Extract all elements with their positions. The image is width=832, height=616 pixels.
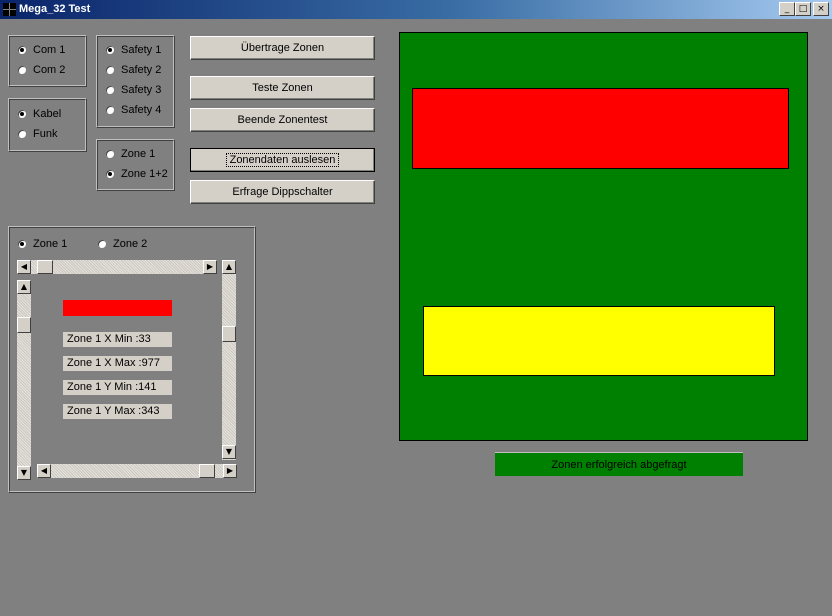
close-button[interactable]: × bbox=[813, 2, 829, 16]
test-zones-button[interactable]: Teste Zonen bbox=[190, 76, 375, 100]
scrollbar-thumb[interactable] bbox=[37, 260, 53, 274]
y-max-label: Zone 1 Y Max :343 bbox=[63, 404, 172, 419]
radio-label: Kabel bbox=[33, 108, 62, 120]
status-text: Zonen erfolgreich abgefragt bbox=[551, 459, 687, 471]
query-dip-switch-button[interactable]: Erfrage Dippschalter bbox=[190, 180, 375, 204]
scroll-right-icon[interactable]: ▶ bbox=[203, 260, 217, 274]
scroll-up-icon[interactable]: ▲ bbox=[17, 280, 31, 294]
end-zone-test-button[interactable]: Beende Zonentest bbox=[190, 108, 375, 132]
scroll-down-icon[interactable]: ▼ bbox=[222, 445, 236, 459]
scroll-left-icon[interactable]: ◀ bbox=[17, 260, 31, 274]
radio-label: Safety 1 bbox=[121, 44, 162, 56]
radio-indicator bbox=[17, 239, 27, 249]
scroll-down-icon[interactable]: ▼ bbox=[17, 466, 31, 480]
zone2-rectangle bbox=[423, 306, 775, 376]
radio-label: Com 2 bbox=[33, 64, 66, 76]
radio-indicator bbox=[97, 239, 107, 249]
button-label: Zonendaten auslesen bbox=[225, 153, 340, 167]
y-min-scrollbar[interactable] bbox=[17, 280, 31, 480]
radio-label: Com 1 bbox=[33, 44, 66, 56]
radio-label: Zone 1+2 bbox=[121, 168, 168, 180]
radio-indicator bbox=[105, 169, 115, 179]
radio-indicator bbox=[105, 45, 115, 55]
radio-indicator bbox=[105, 105, 115, 115]
maximize-button[interactable]: □ bbox=[795, 2, 811, 16]
zone-color-swatch bbox=[63, 300, 172, 316]
radio-label: Safety 2 bbox=[121, 64, 162, 76]
radio-indicator bbox=[105, 85, 115, 95]
x-min-label: Zone 1 X Min :33 bbox=[63, 332, 172, 347]
radio-label: Safety 3 bbox=[121, 84, 162, 96]
read-zone-data-button[interactable]: Zonendaten auslesen bbox=[190, 148, 375, 172]
x-max-label: Zone 1 X Max :977 bbox=[63, 356, 172, 371]
window-title: Mega_32 Test bbox=[19, 3, 91, 15]
radio-indicator bbox=[17, 65, 27, 75]
scrollbar-thumb[interactable] bbox=[17, 317, 31, 333]
radio-label: Safety 4 bbox=[121, 104, 162, 116]
radio-label: Zone 2 bbox=[113, 238, 148, 250]
y-max-scrollbar[interactable] bbox=[222, 260, 236, 460]
scrollbar-thumb[interactable] bbox=[222, 326, 236, 342]
status-label: Zonen erfolgreich abgefragt bbox=[495, 452, 743, 476]
radio-label: Zone 1 bbox=[121, 148, 156, 160]
scroll-right-icon[interactable]: ▶ bbox=[223, 464, 237, 478]
radio-label: Zone 1 bbox=[33, 238, 68, 250]
app-icon bbox=[3, 3, 16, 16]
radio-indicator bbox=[105, 65, 115, 75]
button-label: Übertrage Zonen bbox=[240, 42, 325, 54]
radio-indicator bbox=[17, 129, 27, 139]
y-min-label: Zone 1 Y Min :141 bbox=[63, 380, 172, 395]
button-label: Erfrage Dippschalter bbox=[232, 186, 333, 198]
title-bar[interactable] bbox=[0, 0, 832, 19]
button-label: Beende Zonentest bbox=[237, 114, 328, 126]
button-label: Teste Zonen bbox=[252, 82, 313, 94]
transfer-zones-button[interactable]: Übertrage Zonen bbox=[190, 36, 375, 60]
scroll-left-icon[interactable]: ◀ bbox=[37, 464, 51, 478]
radio-indicator bbox=[17, 45, 27, 55]
minimize-button[interactable]: _ bbox=[779, 2, 795, 16]
radio-label: Funk bbox=[33, 128, 58, 140]
scrollbar-thumb[interactable] bbox=[199, 464, 215, 478]
zone1-rectangle bbox=[412, 88, 789, 169]
radio-indicator bbox=[105, 149, 115, 159]
radio-indicator bbox=[17, 109, 27, 119]
scroll-up-icon[interactable]: ▲ bbox=[222, 260, 236, 274]
